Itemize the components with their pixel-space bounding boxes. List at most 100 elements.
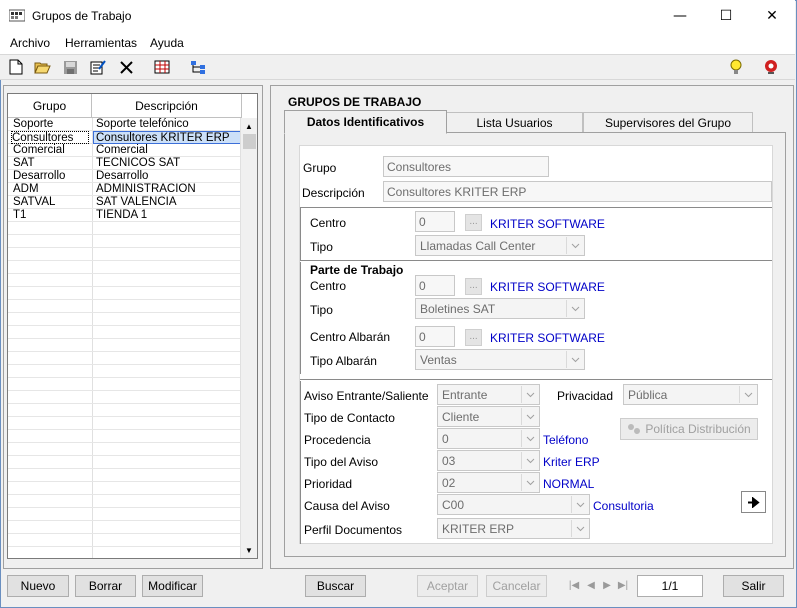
cancelar-button[interactable]: Cancelar bbox=[486, 575, 547, 597]
tab-datos-identificativos-active[interactable]: Datos Identificativos bbox=[284, 110, 447, 134]
tipo-albaran-select[interactable]: Ventas bbox=[415, 349, 585, 370]
help-button[interactable] bbox=[762, 58, 780, 76]
tree-view-button[interactable] bbox=[189, 58, 207, 76]
tipo-aviso-link[interactable]: Kriter ERP bbox=[543, 455, 600, 469]
centro-albaran-lookup-button[interactable]: ... bbox=[465, 329, 482, 346]
table-row[interactable] bbox=[8, 482, 242, 495]
table-row[interactable] bbox=[8, 287, 242, 300]
chevron-down-icon[interactable] bbox=[521, 408, 538, 425]
pt-tipo-select[interactable]: Boletines SAT bbox=[415, 298, 585, 319]
table-row[interactable] bbox=[8, 261, 242, 274]
modificar-button[interactable]: Modificar bbox=[142, 575, 203, 597]
table-row[interactable] bbox=[8, 456, 242, 469]
delete-button[interactable] bbox=[117, 58, 135, 76]
save-button[interactable] bbox=[61, 58, 79, 76]
menu-ayuda[interactable]: Ayuda bbox=[150, 36, 184, 50]
salir-button[interactable]: Salir bbox=[723, 575, 784, 597]
tipo-contacto-select[interactable]: Cliente bbox=[437, 406, 540, 427]
chevron-down-icon[interactable] bbox=[566, 300, 583, 317]
open-folder-button[interactable] bbox=[33, 58, 51, 76]
table-row[interactable] bbox=[8, 417, 242, 430]
scroll-thumb[interactable] bbox=[243, 134, 256, 149]
table-row[interactable] bbox=[8, 391, 242, 404]
menu-archivo[interactable]: Archivo bbox=[10, 36, 50, 50]
next-record-button[interactable]: ▶ bbox=[601, 577, 613, 593]
chevron-down-icon[interactable] bbox=[566, 237, 583, 254]
table-row[interactable]: Consultores Consultores KRITER ERP bbox=[8, 131, 242, 144]
table-row[interactable] bbox=[8, 300, 242, 313]
table-row[interactable] bbox=[8, 495, 242, 508]
table-row[interactable]: T1 TIENDA 1 bbox=[8, 209, 242, 222]
table-row[interactable] bbox=[8, 443, 242, 456]
table-row[interactable] bbox=[8, 404, 242, 417]
centro-lookup-button[interactable]: ... bbox=[465, 214, 482, 231]
table-row[interactable] bbox=[8, 222, 242, 235]
chevron-down-icon[interactable] bbox=[571, 520, 588, 537]
chevron-down-icon[interactable] bbox=[521, 474, 538, 491]
scroll-up-icon[interactable]: ▲ bbox=[243, 120, 255, 132]
procedencia-select[interactable]: 0 bbox=[437, 428, 540, 449]
tab-supervisores-grupo[interactable]: Supervisores del Grupo bbox=[583, 112, 753, 132]
tab-lista-usuarios[interactable]: Lista Usuarios bbox=[446, 112, 583, 132]
table-row[interactable] bbox=[8, 313, 242, 326]
new-document-button[interactable] bbox=[7, 58, 25, 76]
table-row[interactable]: SAT TECNICOS SAT bbox=[8, 157, 242, 170]
prioridad-select[interactable]: 02 bbox=[437, 472, 540, 493]
politica-distribucion-button[interactable]: Política Distribución bbox=[620, 418, 758, 440]
table-row[interactable] bbox=[8, 365, 242, 378]
centro-albaran-field[interactable]: 0 bbox=[415, 326, 455, 347]
table-row[interactable] bbox=[8, 378, 242, 391]
grid-view-button[interactable] bbox=[153, 58, 171, 76]
centro-albaran-link[interactable]: KRITER SOFTWARE bbox=[490, 331, 605, 345]
prioridad-link[interactable]: NORMAL bbox=[543, 477, 594, 491]
chevron-down-icon[interactable] bbox=[566, 351, 583, 368]
table-row[interactable] bbox=[8, 430, 242, 443]
chevron-down-icon[interactable] bbox=[521, 452, 538, 469]
scroll-down-icon[interactable]: ▼ bbox=[243, 544, 255, 556]
table-row[interactable] bbox=[8, 469, 242, 482]
table-row[interactable]: Soporte Soporte telefónico bbox=[8, 118, 242, 131]
table-row[interactable]: ADM ADMINISTRACION bbox=[8, 183, 242, 196]
tips-button[interactable] bbox=[727, 58, 745, 76]
table-row[interactable]: Comercial Comercial bbox=[8, 144, 242, 157]
table-row[interactable] bbox=[8, 339, 242, 352]
minimize-button[interactable]: — bbox=[657, 0, 703, 32]
table-row[interactable]: SATVAL SAT VALENCIA bbox=[8, 196, 242, 209]
tipo-select[interactable]: Llamadas Call Center bbox=[415, 235, 585, 256]
descripcion-field[interactable]: Consultores KRITER ERP bbox=[383, 181, 772, 202]
prev-record-button[interactable]: ◀ bbox=[585, 577, 597, 593]
last-record-button[interactable]: ▶| bbox=[617, 577, 629, 593]
aviso-select[interactable]: Entrante bbox=[437, 384, 540, 405]
table-row[interactable] bbox=[8, 508, 242, 521]
nuevo-button[interactable]: Nuevo bbox=[7, 575, 69, 597]
table-row[interactable] bbox=[8, 547, 242, 558]
borrar-button[interactable]: Borrar bbox=[75, 575, 136, 597]
perfil-documentos-select[interactable]: KRITER ERP bbox=[437, 518, 590, 539]
centro-link[interactable]: KRITER SOFTWARE bbox=[490, 217, 605, 231]
chevron-down-icon[interactable] bbox=[739, 386, 756, 403]
maximize-button[interactable]: ☐ bbox=[703, 0, 749, 32]
privacidad-select[interactable]: Pública bbox=[623, 384, 758, 405]
column-header-grupo[interactable]: Grupo bbox=[8, 94, 92, 118]
table-row[interactable] bbox=[8, 521, 242, 534]
grupo-field[interactable]: Consultores bbox=[383, 156, 549, 177]
causa-aviso-select[interactable]: C00 bbox=[437, 494, 590, 515]
centro-field[interactable]: 0 bbox=[415, 211, 455, 232]
go-arrow-button[interactable] bbox=[741, 491, 766, 513]
pt-centro-link[interactable]: KRITER SOFTWARE bbox=[490, 280, 605, 294]
pt-centro-lookup-button[interactable]: ... bbox=[465, 278, 482, 295]
table-row[interactable] bbox=[8, 534, 242, 547]
column-header-descripcion[interactable]: Descripción bbox=[92, 94, 242, 118]
table-row[interactable] bbox=[8, 274, 242, 287]
aceptar-button[interactable]: Aceptar bbox=[417, 575, 478, 597]
first-record-button[interactable]: |◀ bbox=[568, 577, 580, 593]
edit-button[interactable] bbox=[89, 58, 107, 76]
table-row[interactable] bbox=[8, 235, 242, 248]
table-row[interactable] bbox=[8, 352, 242, 365]
causa-aviso-link[interactable]: Consultoria bbox=[593, 499, 654, 513]
chevron-down-icon[interactable] bbox=[571, 496, 588, 513]
menu-herramientas[interactable]: Herramientas bbox=[65, 36, 137, 50]
table-row[interactable] bbox=[8, 248, 242, 261]
buscar-button[interactable]: Buscar bbox=[305, 575, 366, 597]
chevron-down-icon[interactable] bbox=[521, 386, 538, 403]
